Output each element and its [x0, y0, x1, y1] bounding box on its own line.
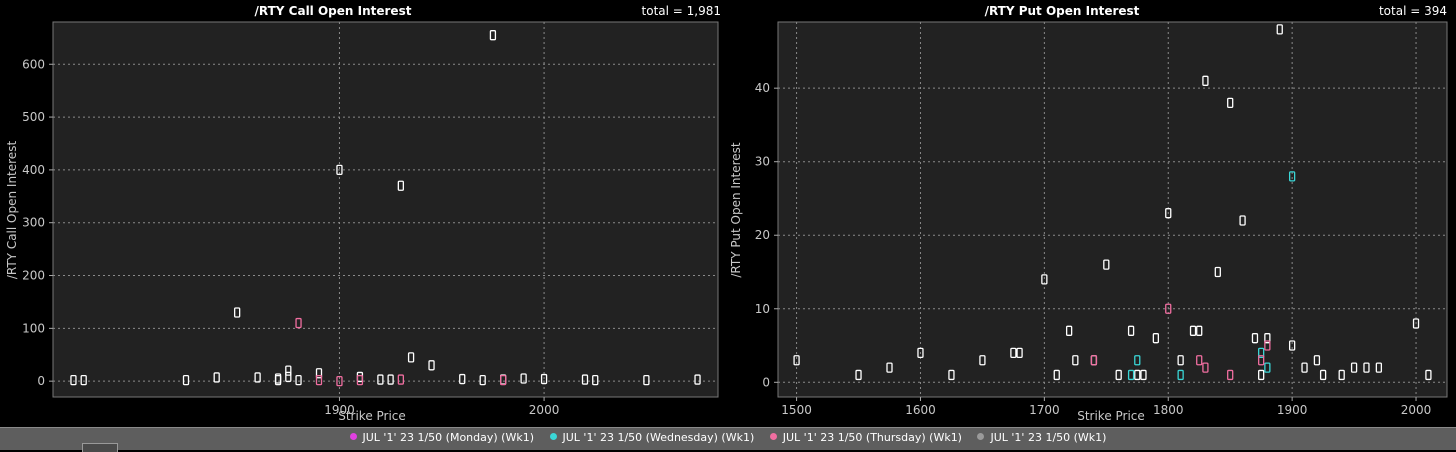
put-chart-title: /RTY Put Open Interest: [985, 4, 1140, 18]
x-tick-label: 1800: [1153, 403, 1184, 417]
y-tick-label: 0: [762, 375, 770, 389]
y-tick-label: 400: [22, 163, 45, 177]
y-tick-label: 0: [37, 374, 45, 388]
y-tick-label: 100: [22, 321, 45, 335]
x-tick-label: 1900: [1277, 403, 1308, 417]
put-y-axis-label: /RTY Put Open Interest: [729, 142, 743, 278]
legend-item-wednesday[interactable]: JUL '1' 23 1/50 (Wednesday) (Wk1): [549, 431, 755, 444]
legend-label-wednesday: JUL '1' 23 1/50 (Wednesday) (Wk1): [562, 431, 755, 444]
legend-item-wk1[interactable]: JUL '1' 23 1/50 (Wk1): [977, 431, 1106, 444]
legend-label-monday: JUL '1' 23 1/50 (Monday) (Wk1): [362, 431, 535, 444]
x-tick-label: 1500: [781, 403, 812, 417]
legend-label-wk1: JUL '1' 23 1/50 (Wk1): [990, 431, 1107, 444]
legend-label-thursday: JUL '1' 23 1/50 (Thursday) (Wk1): [782, 431, 962, 444]
y-tick-label: 20: [755, 228, 770, 242]
put-chart: /RTY Put Open Interest total = 394 Strik…: [729, 4, 1448, 423]
legend-dot-wk1-icon: [977, 433, 985, 440]
put-plot-area: [777, 21, 1448, 398]
legend-dot-monday-icon: [349, 433, 357, 440]
legend-bar: JUL '1' 23 1/50 (Monday) (Wk1) JUL '1' 2…: [0, 427, 1456, 452]
x-tick-label: 1900: [324, 403, 355, 417]
panel-resize-handle[interactable]: [82, 443, 118, 452]
call-chart: /RTY Call Open Interest total = 1,981 St…: [5, 4, 721, 423]
y-tick-label: 30: [755, 155, 770, 169]
y-tick-label: 10: [755, 302, 770, 316]
legend-dot-wednesday-icon: [549, 433, 557, 440]
x-tick-label: 2000: [1401, 403, 1432, 417]
y-tick-label: 600: [22, 57, 45, 71]
x-tick-label: 1600: [905, 403, 936, 417]
y-tick-label: 300: [22, 216, 45, 230]
call-plot-area: [52, 21, 719, 398]
x-tick-label: 2000: [529, 403, 560, 417]
x-tick-label: 1700: [1029, 403, 1060, 417]
put-total-label: total = 394: [1379, 4, 1447, 18]
call-total-label: total = 1,981: [642, 4, 721, 18]
put-x-axis-label: Strike Price: [1077, 409, 1145, 423]
legend: JUL '1' 23 1/50 (Monday) (Wk1) JUL '1' 2…: [0, 431, 1456, 444]
legend-item-monday[interactable]: JUL '1' 23 1/50 (Monday) (Wk1): [349, 431, 535, 444]
legend-dot-thursday-icon: [769, 433, 777, 440]
call-chart-title: /RTY Call Open Interest: [255, 4, 412, 18]
call-y-axis-label: /RTY Call Open Interest: [5, 141, 19, 280]
charts-canvas: /RTY Call Open Interest total = 1,981 St…: [5, 4, 1448, 423]
y-tick-label: 500: [22, 110, 45, 124]
legend-item-thursday[interactable]: JUL '1' 23 1/50 (Thursday) (Wk1): [769, 431, 962, 444]
y-tick-label: 40: [755, 81, 770, 95]
y-tick-label: 200: [22, 269, 45, 283]
